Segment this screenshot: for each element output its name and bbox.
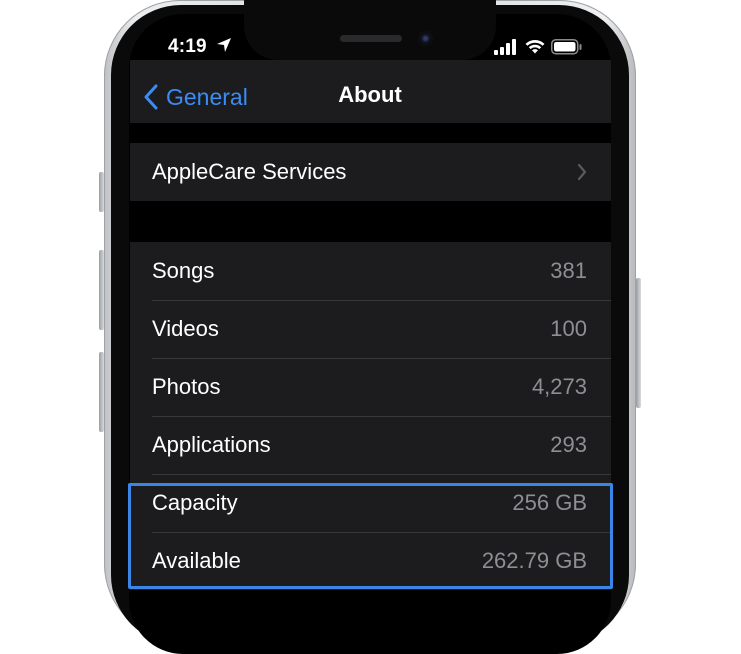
chevron-left-icon (144, 84, 158, 110)
list-item-songs: Songs 381 (130, 242, 611, 300)
list-item-label: AppleCare Services (152, 159, 347, 184)
list-item-label: Songs (152, 258, 215, 283)
list-item-value: 381 (550, 258, 587, 283)
status-time: 4:19 (168, 36, 232, 58)
chevron-right-icon (577, 163, 587, 181)
list-item-label: Applications (152, 432, 271, 457)
list-item-value: 293 (550, 432, 587, 457)
earpiece-speaker (340, 35, 402, 42)
location-arrow-icon (217, 38, 232, 52)
power-button (636, 278, 641, 408)
battery-icon (551, 39, 582, 55)
front-camera (418, 31, 433, 46)
status-time-text: 4:19 (168, 36, 207, 57)
cellular-signal-icon (494, 39, 516, 55)
list-item-value: 100 (550, 316, 587, 341)
list-item-applecare-services[interactable]: AppleCare Services (130, 143, 611, 201)
back-button-label: General (166, 83, 248, 110)
notch (244, 0, 496, 60)
list-item-label: Videos (152, 316, 219, 341)
back-button[interactable]: General (144, 80, 248, 114)
list-item-applications: Applications 293 (130, 416, 611, 474)
wifi-icon (525, 40, 545, 54)
list-item-value: 4,273 (531, 374, 587, 399)
list-item-videos: Videos 100 (130, 300, 611, 358)
list-item-photos: Photos 4,273 (130, 358, 611, 416)
highlight-box (128, 483, 613, 589)
list-item-label: Photos (152, 374, 221, 399)
applecare-group: AppleCare Services (130, 143, 611, 201)
page-title: About (338, 82, 402, 107)
